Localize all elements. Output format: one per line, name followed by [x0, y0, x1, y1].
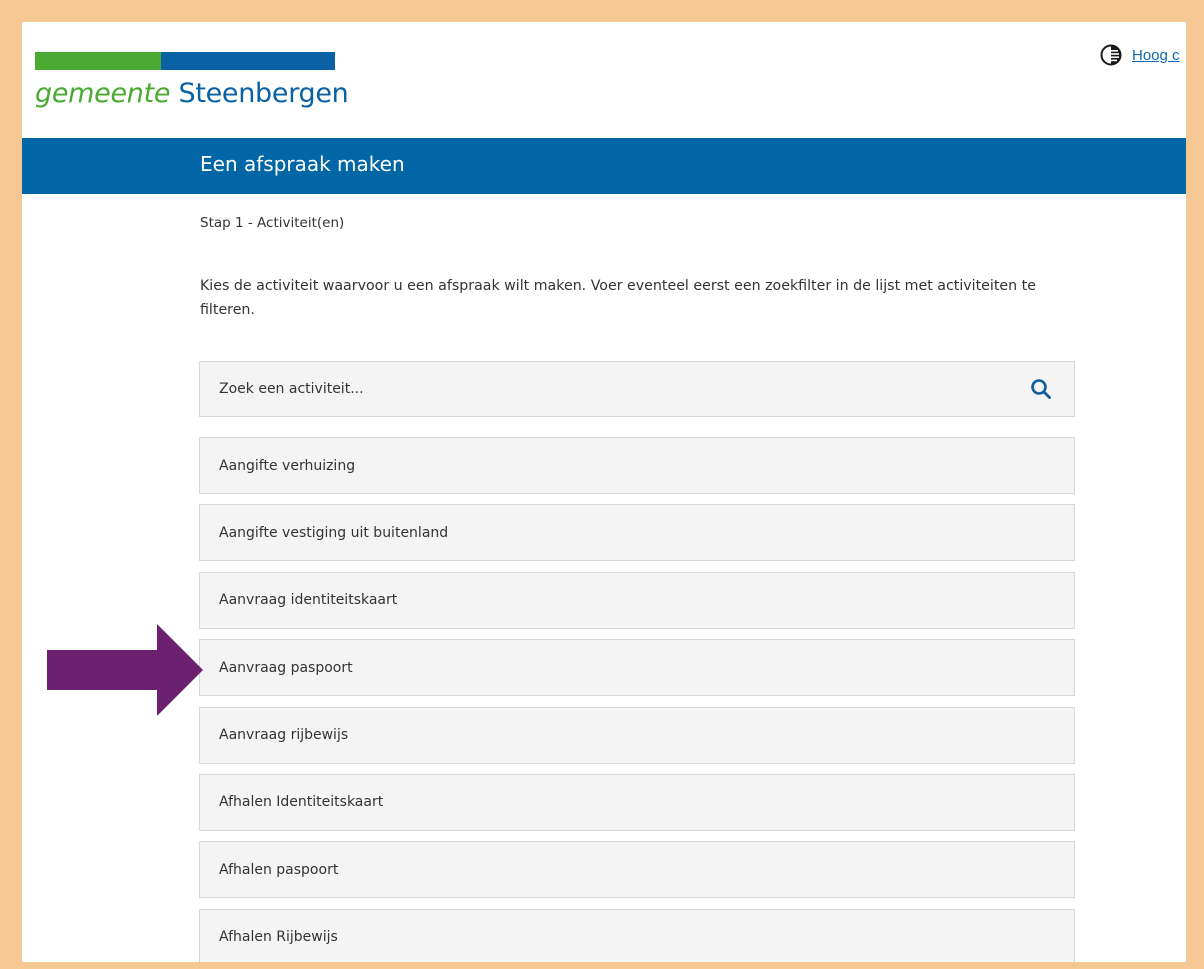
activity-item[interactable]: Aangifte vestiging uit buitenland: [199, 504, 1075, 562]
high-contrast-link[interactable]: Hoog c: [1132, 47, 1180, 64]
pointer-arrow-icon: [47, 624, 207, 720]
search-icon[interactable]: [1030, 378, 1052, 404]
activity-list: Aangifte verhuizing Aangifte vestiging u…: [199, 437, 1075, 962]
search-box: [199, 361, 1075, 417]
page-banner: Een afspraak maken: [22, 138, 1186, 194]
logo-bar: [35, 52, 335, 70]
page-frame: gemeente Steenbergen Hoog c Een afspraak…: [22, 22, 1186, 962]
logo-text: gemeente Steenbergen: [35, 78, 349, 109]
search-input[interactable]: [200, 362, 1000, 416]
activity-item[interactable]: Aanvraag paspoort: [199, 639, 1075, 697]
activity-item[interactable]: Aanvraag identiteitskaart: [199, 571, 1075, 629]
activity-item[interactable]: Afhalen paspoort: [199, 841, 1075, 899]
activity-item[interactable]: Aanvraag rijbewijs: [199, 706, 1075, 764]
logo[interactable]: gemeente Steenbergen: [35, 52, 349, 109]
step-indicator: Stap 1 - Activiteit(en): [200, 215, 345, 231]
activity-item[interactable]: Afhalen Identiteitskaart: [199, 773, 1075, 831]
page-title: Een afspraak maken: [200, 152, 405, 176]
logo-name: Steenbergen: [178, 78, 349, 109]
contrast-toggle[interactable]: Hoog c: [1100, 44, 1180, 66]
activity-item[interactable]: Afhalen Rijbewijs: [199, 908, 1075, 962]
activity-item[interactable]: Aangifte verhuizing: [199, 437, 1075, 494]
contrast-icon: [1100, 44, 1122, 66]
logo-prefix: gemeente: [35, 78, 171, 109]
intro-text: Kies de activiteit waarvoor u een afspra…: [200, 278, 1036, 318]
